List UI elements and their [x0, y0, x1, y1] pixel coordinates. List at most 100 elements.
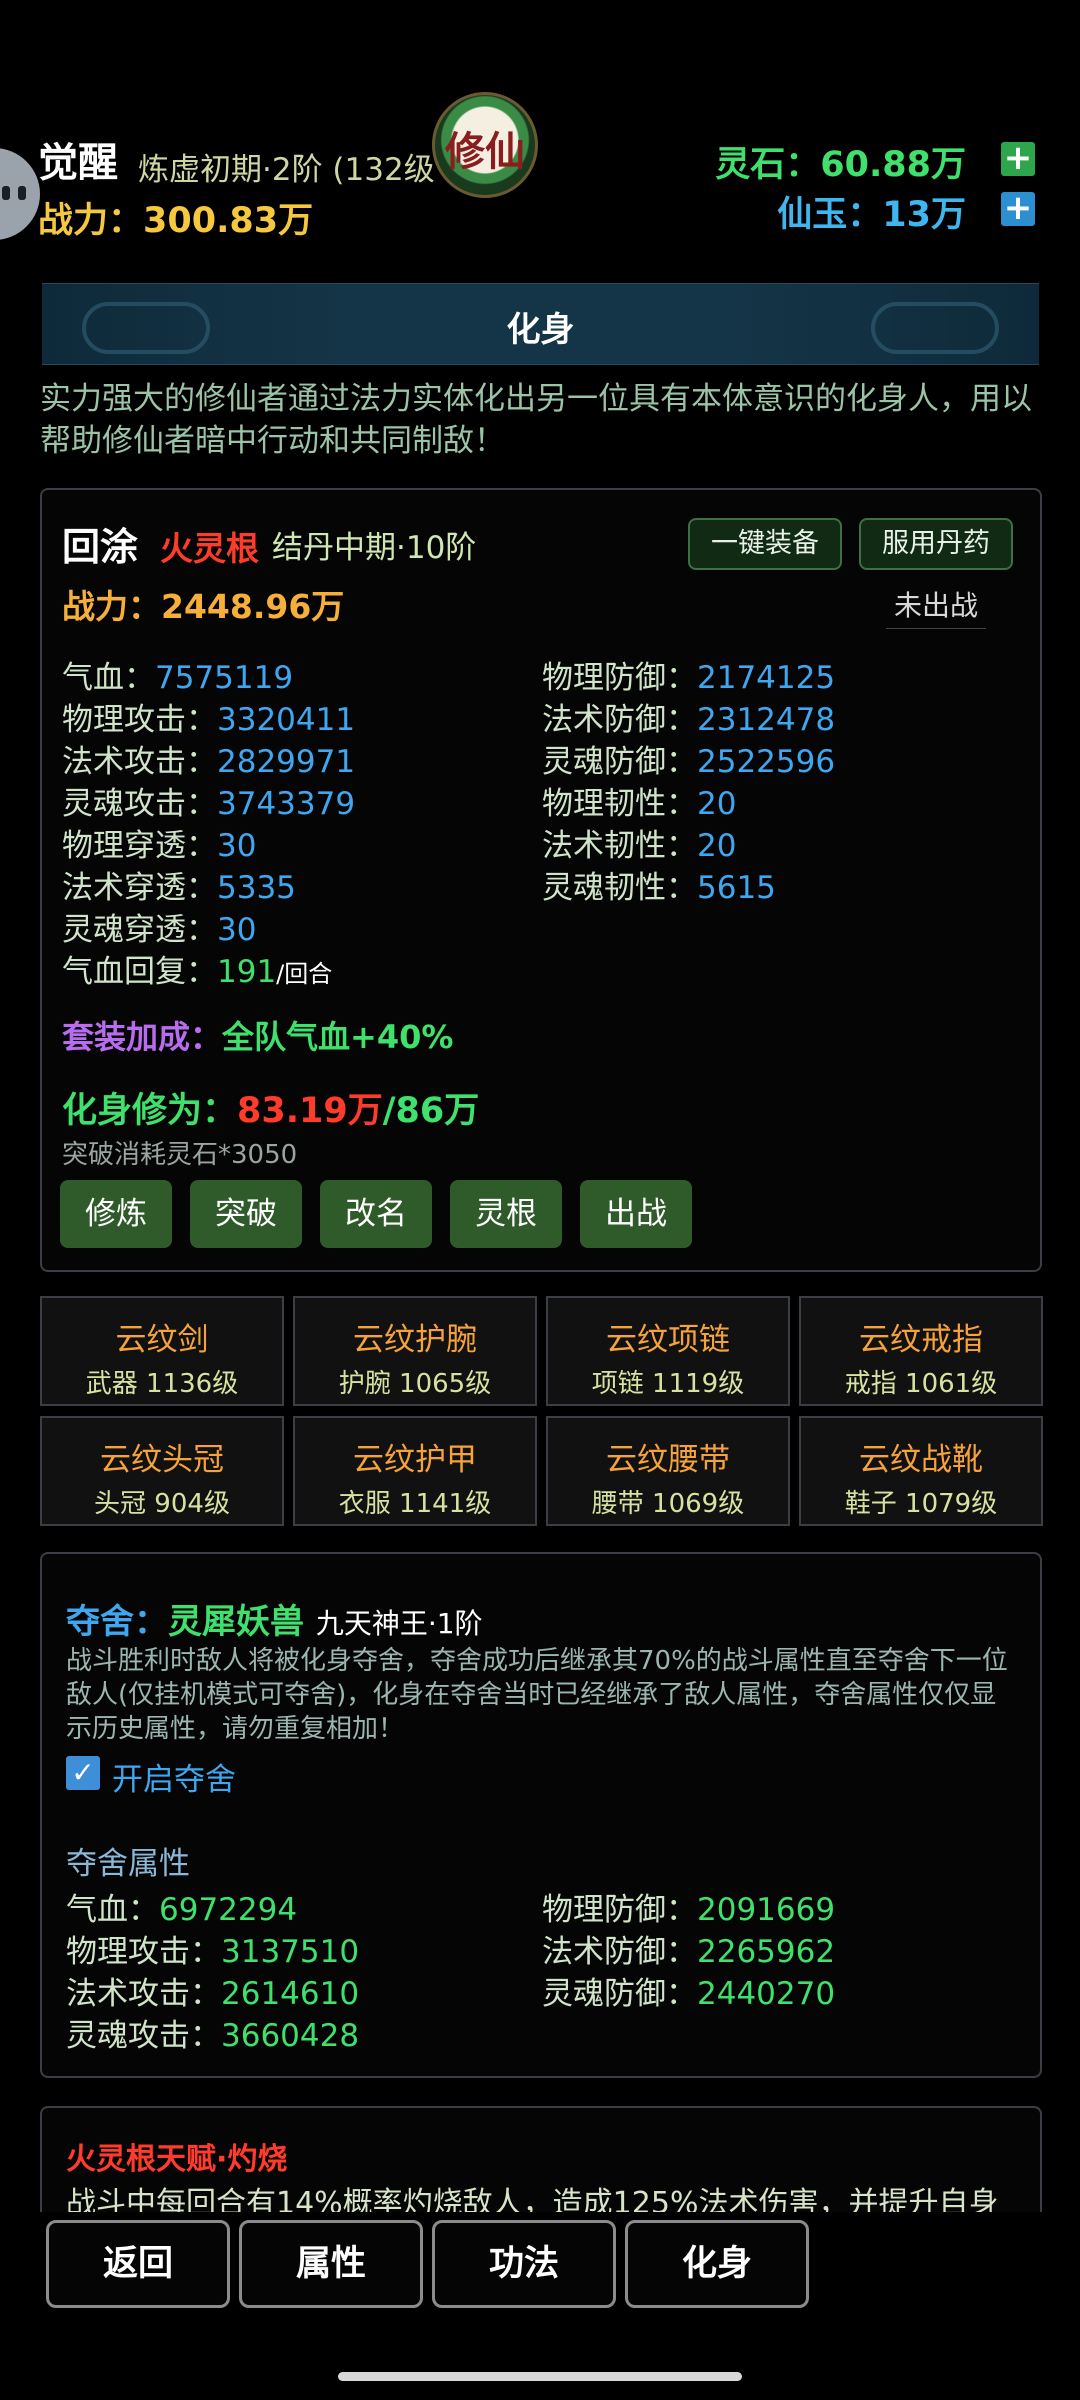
rename-button[interactable]: 改名: [320, 1180, 432, 1248]
stat-value: 5615: [697, 870, 776, 906]
stat-label: 物理攻击：: [66, 1934, 221, 1970]
possession-title: 夺舍：灵犀妖兽 九天神王·1阶: [66, 1594, 483, 1643]
clone-name: 回涂: [62, 525, 139, 569]
take-pill-button[interactable]: 服用丹药: [859, 518, 1013, 570]
stat-value: 2174125: [697, 660, 836, 696]
clone-tab[interactable]: 化身: [625, 2220, 809, 2308]
avatar-eye-icon: [18, 186, 26, 200]
stat-label: 法术穿透：: [62, 870, 217, 906]
stat-row: 灵魂韧性：5615: [542, 862, 776, 907]
stat-row: 灵魂攻击：3743379: [62, 778, 355, 823]
equipment-level: 项链 1119级: [591, 1369, 745, 1399]
stat-value: 5335: [217, 870, 296, 906]
equipment-name: 云纹护甲: [353, 1442, 477, 1478]
stat-value: 2614610: [221, 1976, 360, 2012]
breakthrough-button[interactable]: 突破: [190, 1180, 302, 1248]
player-power: 战力：300.83万: [38, 192, 313, 243]
equipment-level: 武器 1136级: [85, 1369, 239, 1399]
stat-row: 气血：7575119: [62, 652, 293, 697]
stat-row: 灵魂穿透：30: [62, 904, 256, 949]
stat-value: 2829971: [217, 744, 356, 780]
stat-value: 20: [697, 828, 737, 864]
clone-realm: 结丹中期·10阶: [272, 530, 477, 566]
clone-spirit-root: 火灵根: [160, 529, 259, 568]
cultivate-button[interactable]: 修炼: [60, 1180, 172, 1248]
spirit-root-button[interactable]: 灵根: [450, 1180, 562, 1248]
stat-label: 法术韧性：: [542, 828, 697, 864]
stat-value: 7575119: [155, 660, 294, 696]
stat-value: 2522596: [697, 744, 836, 780]
equip-all-button[interactable]: 一键装备: [688, 518, 842, 570]
avatar[interactable]: [0, 148, 40, 240]
cultivation-label: 化身修为：: [62, 1091, 238, 1131]
add-immortal-jade-button[interactable]: +: [1001, 191, 1035, 226]
clone-cultivation: 化身修为：83.19万/86万: [62, 1082, 479, 1133]
equipment-name: 云纹战靴: [859, 1442, 983, 1478]
stat-label: 法术防御：: [542, 702, 697, 738]
equipment-slot[interactable]: 云纹战靴鞋子 1079级: [799, 1416, 1043, 1526]
stat-value: 2265962: [697, 1934, 836, 1970]
equipment-slot[interactable]: 云纹项链 项链 1119级: [546, 1296, 790, 1406]
deploy-button[interactable]: 出战: [580, 1180, 692, 1248]
stat-value: 2091669: [697, 1892, 836, 1928]
clone-power-value: 2448.96万: [161, 587, 345, 626]
immortal-jade-balance: 仙玉：13万: [777, 195, 966, 235]
stat-value: 30: [217, 828, 257, 864]
regen-row: 气血回复：191/回合: [62, 946, 332, 991]
stat-value: 3320411: [217, 702, 356, 738]
player-name: 觉醒: [38, 140, 118, 186]
stat-label: 灵魂韧性：: [542, 870, 697, 906]
stat-row: 物理穿透：30: [62, 820, 256, 865]
equipment-name: 云纹剑: [115, 1322, 209, 1358]
stat-label: 物理攻击：: [62, 702, 217, 738]
stat-value: 6972294: [159, 1892, 298, 1928]
equipment-level: 衣服 1141级: [338, 1489, 492, 1519]
stat-value: 30: [217, 912, 257, 948]
stat-label: 物理防御：: [542, 1892, 697, 1928]
back-button[interactable]: 返回: [46, 2220, 230, 2308]
enable-possession-checkbox[interactable]: ✓: [66, 1756, 100, 1790]
regen-value: 191: [217, 954, 277, 990]
stat-row: 物理韧性：20: [542, 778, 736, 823]
stat-row: 法术韧性：20: [542, 820, 736, 865]
possessed-beast-name: 灵犀妖兽: [168, 1602, 304, 1642]
equipment-slot[interactable]: 云纹护甲衣服 1141级: [293, 1416, 537, 1526]
attributes-tab[interactable]: 属性: [239, 2220, 423, 2308]
stat-label: 法术攻击：: [66, 1976, 221, 2012]
power-label: 战力：: [38, 201, 144, 241]
equipment-slot[interactable]: 云纹头冠 头冠 904级: [40, 1416, 284, 1526]
equipment-slot[interactable]: 云纹护腕护腕 1065级: [293, 1296, 537, 1406]
enable-possession-label[interactable]: 开启夺舍: [112, 1754, 236, 1799]
possession-attributes-heading: 夺舍属性: [66, 1846, 190, 1882]
spirit-stone-balance: 灵石：60.88万: [715, 145, 966, 185]
equipment-name: 云纹戒指: [859, 1322, 983, 1358]
home-indicator[interactable]: [338, 2372, 742, 2381]
possession-stat-row: 法术防御：2265962: [542, 1926, 835, 1971]
stat-label: 气血：: [62, 660, 155, 696]
logo-text: 修仙: [445, 128, 525, 175]
stat-row: 法术穿透：5335: [62, 862, 296, 907]
possession-stat-row: 物理攻击：3137510: [66, 1926, 359, 1971]
power-value: 300.83万: [143, 201, 314, 241]
page-title: 化身: [506, 310, 575, 350]
equipment-slot[interactable]: 云纹戒指戒指 1061级: [799, 1296, 1043, 1406]
skills-tab[interactable]: 功法: [432, 2220, 616, 2308]
equipment-level: 护腕 1065级: [338, 1369, 492, 1399]
equipment-name: 云纹护腕: [353, 1322, 477, 1358]
cultivation-total: /86万: [382, 1091, 480, 1131]
set-bonus-label: 套装加成：: [62, 1018, 223, 1056]
stat-value: 2440270: [697, 1976, 836, 2012]
stat-row: 法术防御：2312478: [542, 694, 835, 739]
equipment-level: 鞋子 1079级: [844, 1489, 998, 1519]
set-bonus: 套装加成：全队气血+40%: [62, 1012, 453, 1058]
stat-label: 气血：: [66, 1892, 159, 1928]
add-spirit-stone-button[interactable]: +: [1001, 141, 1035, 176]
section-banner: 化身: [42, 283, 1039, 365]
stat-value: 3660428: [221, 2018, 360, 2054]
equipment-level: 腰带 1069级: [591, 1489, 745, 1519]
equipment-level: 戒指 1061级: [844, 1369, 998, 1399]
possession-stat-row: 灵魂攻击：3660428: [66, 2010, 359, 2055]
equipment-slot[interactable]: 云纹腰带 腰带 1069级: [546, 1416, 790, 1526]
stat-label: 气血回复：: [62, 954, 217, 990]
equipment-slot[interactable]: 云纹剑武器 1136级: [40, 1296, 284, 1406]
